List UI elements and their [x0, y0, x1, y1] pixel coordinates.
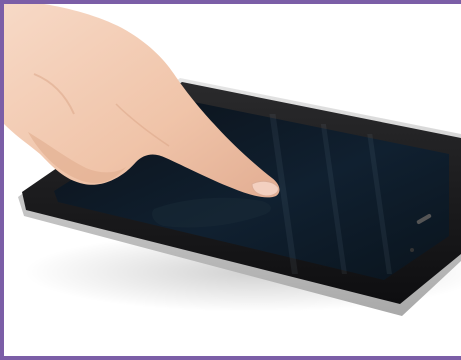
photo-frame: [0, 0, 461, 360]
tablet-touch-photo: [4, 4, 461, 316]
sensor-icon: [410, 248, 414, 252]
